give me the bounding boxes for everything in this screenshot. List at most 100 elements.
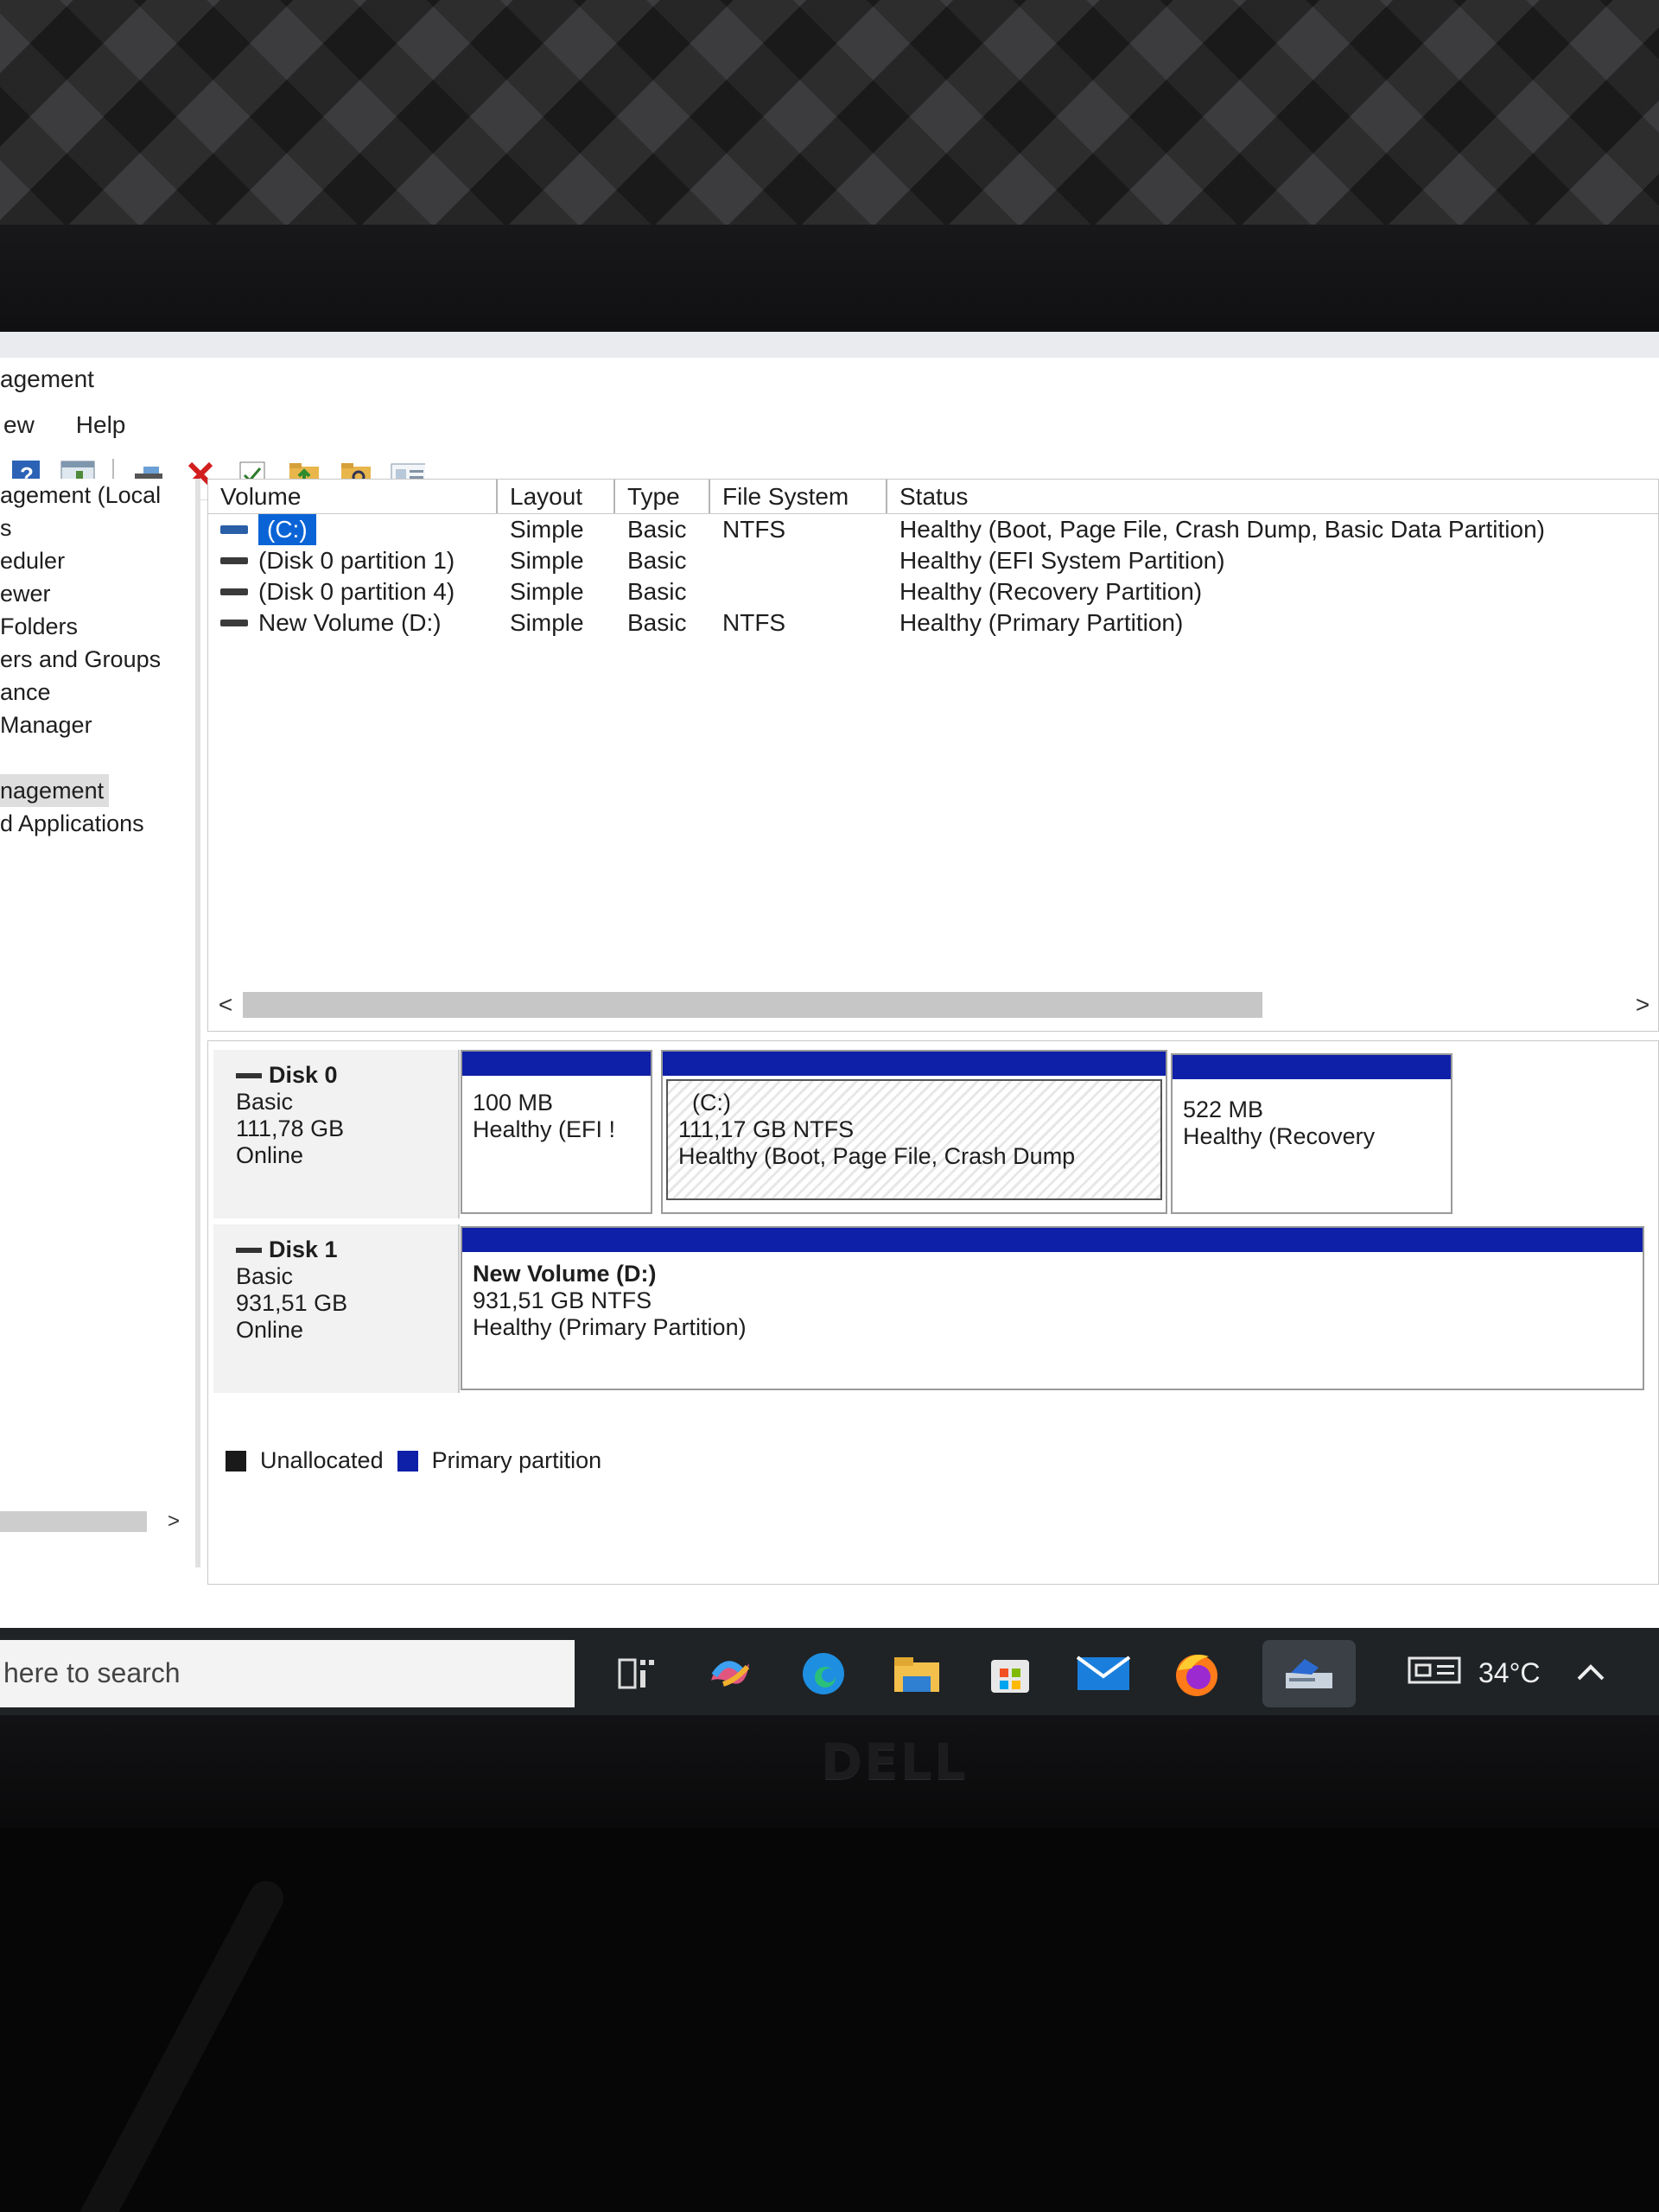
disk-kind: Basic	[236, 1089, 294, 1115]
file-explorer-icon[interactable]	[889, 1646, 944, 1701]
disk-state: Online	[236, 1317, 304, 1343]
volume-file-system: NTFS	[722, 516, 786, 543]
volume-icon	[220, 557, 248, 564]
window-title-bar: agement	[0, 358, 1659, 401]
volume-icon	[220, 525, 248, 534]
show-hidden-icons-chevron-icon[interactable]	[1575, 1656, 1606, 1690]
partition-recovery[interactable]: 522 MB Healthy (Recovery	[1171, 1053, 1452, 1214]
table-row[interactable]: (Disk 0 partition 1) Simple Basic Health…	[208, 545, 1658, 576]
tree-item-local-users-groups[interactable]: ers and Groups	[0, 643, 195, 676]
mail-icon[interactable]	[1076, 1646, 1131, 1701]
partition-c[interactable]: (C:) 111,17 GB NTFS Healthy (Boot, Page …	[661, 1050, 1167, 1214]
tree-scroll-thumb[interactable]	[0, 1511, 147, 1532]
volume-type: Basic	[627, 609, 687, 636]
tree-item-device-manager[interactable]: Manager	[0, 709, 195, 741]
firefox-icon[interactable]	[1169, 1646, 1224, 1701]
column-header-type[interactable]: Type	[615, 480, 710, 513]
tree-item-disk-management[interactable]: nagement	[0, 774, 110, 807]
volume-icon	[220, 588, 248, 595]
taskbar: here to search 34°C	[0, 1628, 1659, 1719]
monitor-bezel-top	[0, 225, 1659, 334]
volume-status: Healthy (Boot, Page File, Crash Dump, Ba…	[899, 516, 1545, 543]
weather-temperature: 34°C	[1478, 1657, 1541, 1688]
partition-status: Healthy (Boot, Page File, Crash Dump	[678, 1143, 1076, 1169]
disk-map: Disk 0 Basic 111,78 GB Online 100 MB Hea…	[207, 1040, 1659, 1585]
disk-name: Disk 0	[269, 1062, 338, 1088]
store-icon[interactable]	[982, 1646, 1038, 1701]
tree-item-performance[interactable]: ance	[0, 676, 195, 709]
table-row[interactable]: (C:) Simple Basic NTFS Healthy (Boot, Pa…	[208, 514, 1658, 545]
desk-surface	[0, 1827, 1659, 2212]
console-tree: agement (Local s eduler ewer Folders ers…	[0, 479, 200, 1567]
menu-help[interactable]: Help	[73, 408, 130, 442]
volume-name: (C:)	[258, 514, 316, 545]
tree-item-system-tools[interactable]: s	[0, 512, 195, 544]
volume-list: Volume Layout Type File System Status (C…	[207, 479, 1659, 1032]
scroll-right-arrow[interactable]: >	[1625, 991, 1659, 1019]
partition-status: Healthy (Recovery	[1183, 1123, 1376, 1149]
partition-d[interactable]: New Volume (D:) 931,51 GB NTFS Healthy (…	[461, 1226, 1644, 1390]
disk-kind: Basic	[236, 1263, 294, 1289]
tree-horizontal-scrollbar[interactable]: >	[0, 1509, 195, 1535]
column-header-file-system[interactable]: File System	[710, 480, 887, 513]
search-placeholder: here to search	[3, 1657, 181, 1688]
volume-type: Basic	[627, 547, 687, 574]
partition-size: 522 MB	[1183, 1096, 1264, 1122]
weather-icon	[1408, 1655, 1465, 1693]
volume-file-system	[710, 576, 887, 607]
column-header-layout[interactable]: Layout	[498, 480, 615, 513]
volume-status: Healthy (EFI System Partition)	[899, 547, 1225, 574]
copilot-icon[interactable]	[702, 1646, 758, 1701]
volume-list-header: Volume Layout Type File System Status	[208, 480, 1658, 514]
tree-item-shared-folders[interactable]: Folders	[0, 610, 195, 643]
partition-size: 111,17 GB NTFS	[678, 1116, 855, 1142]
table-row[interactable]: New Volume (D:) Simple Basic NTFS Health…	[208, 607, 1658, 639]
taskbar-search-box[interactable]: here to search	[0, 1639, 575, 1707]
tree-item-event-viewer[interactable]: ewer	[0, 577, 195, 610]
monitor-screen: agement ew Help ? agement (Local s edule…	[0, 332, 1659, 1719]
disk-0-info[interactable]: Disk 0 Basic 111,78 GB Online	[213, 1050, 460, 1218]
tree-item-task-scheduler[interactable]: eduler	[0, 544, 195, 577]
table-row[interactable]: (Disk 0 partition 4) Simple Basic Health…	[208, 576, 1658, 607]
task-view-icon[interactable]	[609, 1646, 664, 1701]
primary-swatch	[397, 1450, 418, 1471]
disk-management-icon[interactable]	[1262, 1639, 1356, 1707]
partition-title	[1183, 1088, 1440, 1096]
menu-bar: ew Help	[0, 401, 1659, 448]
tree-scroll-right-arrow[interactable]: >	[168, 1510, 180, 1534]
volume-layout: Simple	[510, 578, 584, 605]
taskbar-weather[interactable]: 34°C	[1408, 1655, 1541, 1693]
volume-file-system: NTFS	[722, 609, 786, 636]
volume-name: New Volume (D:)	[258, 609, 442, 636]
disk-size: 931,51 GB	[236, 1290, 348, 1316]
volume-status: Healthy (Primary Partition)	[899, 609, 1184, 636]
tree-item-storage[interactable]	[0, 741, 195, 774]
tree-item-services-applications[interactable]: d Applications	[0, 807, 195, 840]
tree-item-computer-management[interactable]: agement (Local	[0, 479, 195, 512]
partition-efi[interactable]: 100 MB Healthy (EFI !	[461, 1050, 652, 1214]
partition-title: (C:)	[692, 1090, 731, 1116]
volume-layout: Simple	[510, 516, 584, 543]
volume-name: (Disk 0 partition 1)	[258, 547, 455, 574]
background-foam	[0, 0, 1659, 233]
volume-icon	[220, 620, 248, 626]
column-header-volume[interactable]: Volume	[208, 480, 498, 513]
scroll-thumb[interactable]	[243, 992, 1262, 1018]
scroll-left-arrow[interactable]: <	[208, 991, 243, 1019]
primary-partition-bar	[663, 1052, 1166, 1076]
disk-icon	[236, 1072, 262, 1078]
edge-icon[interactable]	[796, 1646, 851, 1701]
primary-partition-bar	[462, 1052, 651, 1076]
partition-title: New Volume (D:)	[473, 1261, 657, 1287]
volume-list-horizontal-scrollbar[interactable]: < >	[208, 988, 1659, 1022]
disk-1-info[interactable]: Disk 1 Basic 931,51 GB Online	[213, 1224, 460, 1393]
partition-size: 100 MB	[473, 1090, 554, 1116]
disk-map-legend: Unallocated Primary partition	[226, 1447, 601, 1474]
menu-view[interactable]: ew	[0, 408, 38, 442]
monitor-brand-logo: DELL	[821, 1732, 968, 1791]
column-header-status[interactable]: Status	[887, 480, 1658, 513]
legend-unallocated: Unallocated	[260, 1447, 384, 1473]
disk-state: Online	[236, 1142, 304, 1168]
disk-name: Disk 1	[269, 1236, 338, 1262]
partition-status: Healthy (Primary Partition)	[473, 1314, 747, 1340]
